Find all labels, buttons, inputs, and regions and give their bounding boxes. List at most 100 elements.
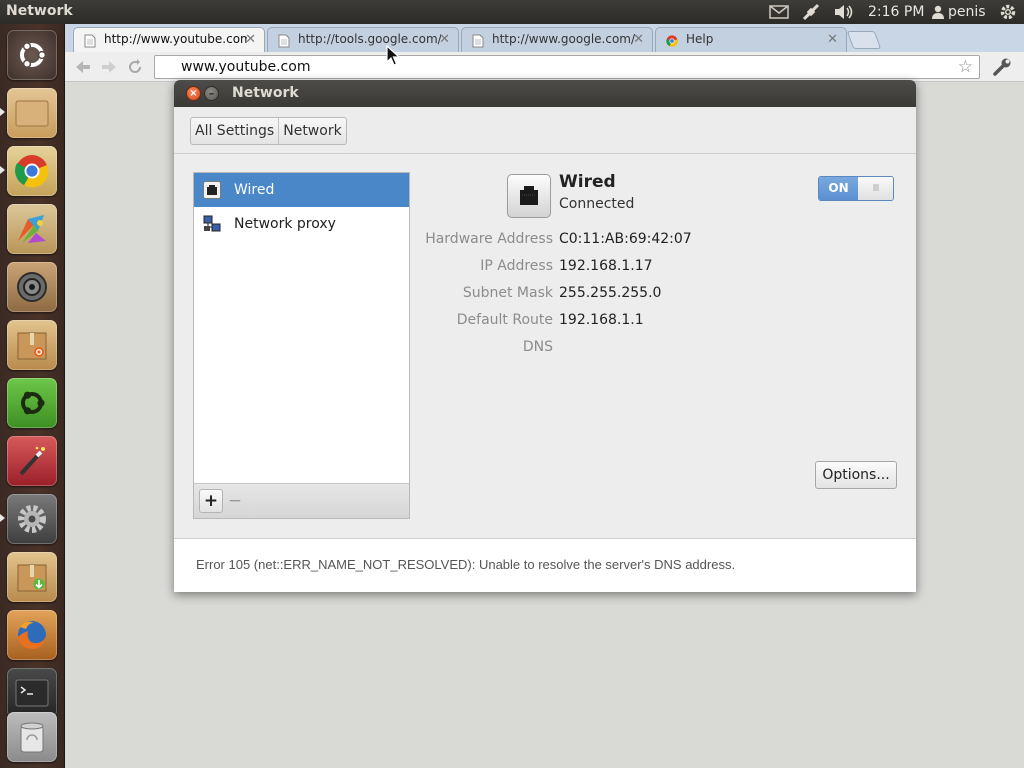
network-proxy-icon [203,215,221,232]
tab-youtube[interactable]: http://www.youtube.com/ ✕ [73,27,265,53]
dns-label: DNS [522,339,553,355]
launcher-system-settings[interactable] [7,494,57,544]
subnet-mask-label: Subnet Mask [462,285,553,301]
launcher-update-manager[interactable] [7,552,57,602]
add-connection-button[interactable]: + [199,489,223,513]
tab-label: http://www.google.com/se [492,32,635,46]
user-menu[interactable]: penis [932,4,986,20]
error-message: Error 105 (net::ERR_NAME_NOT_RESOLVED): … [196,557,736,572]
ethernet-icon [203,181,221,199]
chrome-icon [15,155,49,188]
launcher-software-center[interactable] [7,320,57,370]
package-download-icon [17,564,47,592]
chrome-icon [666,35,678,47]
speaker-icon [17,272,47,302]
new-tab-button[interactable] [846,31,882,49]
ubuntu-logo-icon [20,42,47,68]
address-bar[interactable]: www.youtube.com ☆ [154,55,980,79]
wrench-icon[interactable] [992,57,1014,77]
gear-icon[interactable] [996,0,1020,24]
user-name: penis [948,4,986,20]
tab-close-icon[interactable]: ✕ [827,32,838,47]
tab-close-icon[interactable]: ✕ [245,32,256,47]
browser-toolbar: www.youtube.com ☆ [65,52,1024,82]
tab-help[interactable]: Help ✕ [655,27,847,52]
browser-error-area: Error 105 (net::ERR_NAME_NOT_RESOLVED): … [174,538,916,592]
clock[interactable]: 2:16 PM [868,4,924,20]
volume-icon[interactable] [832,0,856,24]
launcher-firefox[interactable] [7,610,57,660]
launcher-files[interactable] [7,88,57,138]
address-text: www.youtube.com [181,59,311,75]
launcher-trash[interactable] [7,712,57,762]
breadcrumb: All Settings Network [190,117,347,145]
hardware-address-value: C0:11:AB:69:42:07 [559,231,692,247]
tab-label: http://www.youtube.com/ [104,32,247,46]
mail-icon[interactable] [768,0,790,24]
launcher-chrome[interactable] [7,146,57,196]
launcher-ubuntu-one[interactable] [7,378,57,428]
default-route-value: 192.168.1.1 [559,312,644,328]
list-item-label: Network proxy [234,216,336,232]
launcher-gimp[interactable] [7,204,57,254]
bookmark-star-icon[interactable]: ☆ [958,57,973,77]
ip-address-label: IP Address [480,258,553,274]
trash-icon [20,722,44,753]
forward-arrow-icon[interactable] [99,58,119,76]
launcher-dash-home[interactable] [7,30,57,80]
page-icon [472,34,484,48]
connection-list: Wired Network proxy [193,172,410,519]
launcher [0,24,65,768]
tab-strip: http://www.youtube.com/ ✕ http://tools.g… [65,24,1024,53]
terminal-icon [15,679,49,707]
remove-connection-button[interactable]: − [223,489,247,513]
list-toolbar: + − [193,483,410,519]
launcher-speaker-app[interactable] [7,262,57,312]
list-item-label: Wired [234,182,275,198]
toggle-thumb[interactable]: III [858,177,893,200]
options-button[interactable]: Options... [815,461,897,489]
tab-tools-google[interactable]: http://tools.google.com/c ✕ [267,27,459,52]
list-item-network-proxy[interactable]: Network proxy [194,207,409,241]
breadcrumb-bar: All Settings Network [174,107,916,154]
subnet-mask-value: 255.255.255.0 [559,285,662,301]
running-indicator [0,514,5,522]
dialog-title: Network [232,85,299,101]
active-app-title: Network [6,3,73,19]
tab-label: http://tools.google.com/c [298,32,441,46]
connection-toggle[interactable]: ON III [818,176,894,201]
page-icon [84,34,96,48]
wired-device-icon [507,174,551,218]
tab-close-icon[interactable]: ✕ [439,32,450,47]
launcher-terminal[interactable] [7,668,57,718]
connection-status: Connected [559,196,635,212]
dialog-titlebar[interactable]: × – Network [174,80,916,107]
reload-icon[interactable] [125,58,145,76]
tab-google-search[interactable]: http://www.google.com/se ✕ [461,27,653,52]
ip-address-value: 192.168.1.17 [559,258,653,274]
default-route-label: Default Route [456,312,553,328]
breadcrumb-all-settings[interactable]: All Settings [191,118,278,144]
running-indicator [0,166,5,174]
back-arrow-icon[interactable] [73,58,93,76]
folder-icon [15,100,49,127]
ubuntu-one-icon [21,391,45,415]
tab-close-icon[interactable]: ✕ [633,32,644,47]
close-button[interactable]: × [186,86,201,101]
top-panel: Network 2:16 PM penis [0,0,1024,24]
network-wired-icon[interactable] [800,0,822,24]
toggle-on-label: ON [819,177,858,200]
magic-wand-icon [19,446,45,476]
package-icon [17,332,47,360]
connection-name: Wired [559,172,616,192]
firefox-icon [18,621,46,649]
list-item-wired[interactable]: Wired [194,173,409,207]
paint-palette-icon [18,215,46,243]
breadcrumb-network[interactable]: Network [278,118,345,144]
tab-label: Help [686,32,714,46]
launcher-paint-app[interactable] [7,436,57,486]
hardware-address-label: Hardware Address [425,231,553,247]
mouse-cursor-icon [386,45,400,66]
minimize-button[interactable]: – [204,86,219,101]
page-icon [278,34,290,48]
